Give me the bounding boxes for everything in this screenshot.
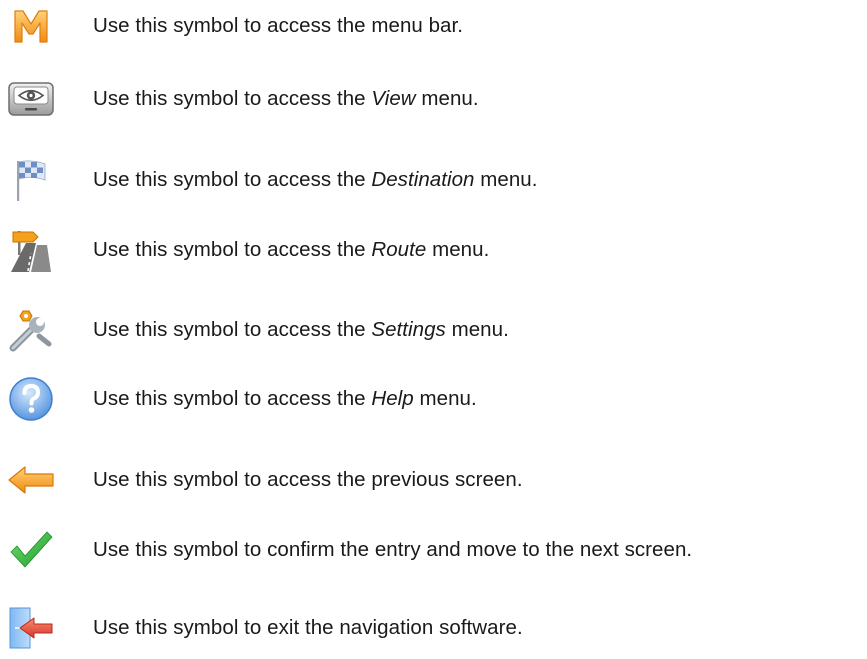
legend-text-exit: Use this symbol to exit the navigation s… <box>93 616 523 639</box>
legend-row-settings: Use this symbol to access the Settings m… <box>0 305 867 355</box>
legend-row-route: Use this symbol to access the Route menu… <box>0 225 867 275</box>
legend-text-view: Use this symbol to access the View menu. <box>93 87 479 110</box>
legend-text-route: Use this symbol to access the Route menu… <box>93 238 490 261</box>
legend-text-settings: Use this symbol to access the Settings m… <box>93 318 509 341</box>
legend-row-view: Use this symbol to access the View menu. <box>0 74 867 124</box>
confirm-check-icon[interactable] <box>5 525 57 575</box>
legend-row-help: Use this symbol to access the Help menu. <box>0 374 867 424</box>
settings-wrench-icon[interactable] <box>5 305 57 355</box>
legend-text-confirm: Use this symbol to confirm the entry and… <box>93 538 693 561</box>
legend-text-help: Use this symbol to access the Help menu. <box>93 387 477 410</box>
back-arrow-icon[interactable] <box>5 455 57 505</box>
legend-row-confirm: Use this symbol to confirm the entry and… <box>0 525 867 575</box>
legend-text-previous: Use this symbol to access the previous s… <box>93 468 523 491</box>
route-signpost-icon[interactable] <box>5 225 57 275</box>
legend-row-previous: Use this symbol to access the previous s… <box>0 455 867 505</box>
checkered-flag-icon[interactable] <box>5 155 57 205</box>
legend-text-destination: Use this symbol to access the Destinatio… <box>93 168 538 191</box>
legend-text-menu-bar: Use this symbol to access the menu bar. <box>93 14 463 37</box>
legend-row-exit: Use this symbol to exit the navigation s… <box>0 603 867 653</box>
symbol-legend: Use this symbol to access the menu bar. … <box>0 0 867 659</box>
help-question-icon[interactable] <box>5 374 57 424</box>
legend-row-menu-bar: Use this symbol to access the menu bar. <box>0 1 867 51</box>
exit-door-icon[interactable] <box>5 603 57 653</box>
view-eye-icon[interactable] <box>5 74 57 124</box>
legend-row-destination: Use this symbol to access the Destinatio… <box>0 155 867 205</box>
menu-bar-icon[interactable] <box>5 1 57 51</box>
